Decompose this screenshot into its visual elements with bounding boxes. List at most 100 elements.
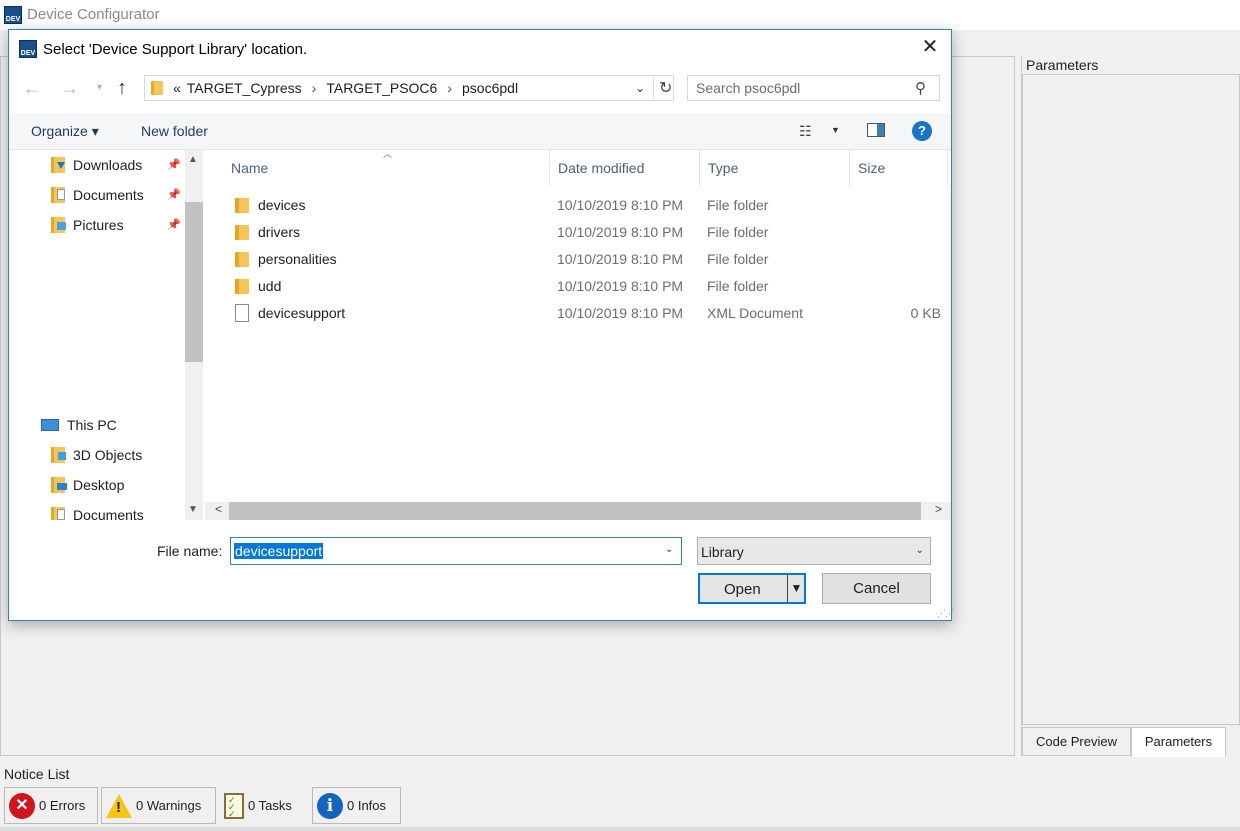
file-type-filter-value: Library [701,544,744,560]
tasks-button[interactable]: ✓ ✓ ✓ 0 Tasks [220,787,308,824]
info-icon: i [317,792,343,819]
warnings-label: 0 Warnings [136,798,202,813]
file-date: 10/10/2019 8:10 PM [557,224,684,240]
file-row[interactable]: udd 10/10/2019 8:10 PM File folder [205,273,951,300]
search-box[interactable]: ⚲ [687,75,940,101]
file-size: 0 KB [910,305,941,321]
breadcrumb-item[interactable]: psoc6pdl [462,80,518,96]
close-icon[interactable]: ✕ [919,36,941,58]
open-button[interactable]: Open ▼ [698,573,806,604]
file-row[interactable]: drivers 10/10/2019 8:10 PM File folder [205,219,951,246]
file-type: File folder [707,251,769,267]
documents-folder-icon [51,507,65,520]
refresh-icon[interactable]: ↻ [653,78,672,98]
file-date: 10/10/2019 8:10 PM [557,251,684,267]
nav-scrollbar-thumb[interactable] [185,202,203,362]
organize-button[interactable]: Organize ▾ [31,123,99,140]
nav-item-label: Documents [73,507,144,520]
up-arrow-icon[interactable]: ↑ [117,77,127,100]
3d-objects-folder-icon [51,447,66,463]
file-name-value[interactable]: devicesupport [234,543,324,559]
address-dropdown-icon[interactable]: ⌄ [635,81,645,95]
nav-item-this-pc[interactable]: This PC [41,412,117,438]
resize-grip-icon[interactable]: ⋰⋰ [937,608,954,619]
column-header: Name Date modified Type Size [205,150,951,186]
file-name-dropdown-icon[interactable]: ⌄ [665,544,673,555]
file-name-label: File name: [157,543,223,559]
pin-icon: 📌 [167,219,181,231]
dialog-app-icon: DEV [19,40,37,58]
navigation-pane: Downloads 📌 Documents 📌 Pictures 📌 This … [9,150,204,520]
file-name-field[interactable]: devicesupport [230,537,682,565]
file-row[interactable]: personalities 10/10/2019 8:10 PM File fo… [205,246,951,273]
file-row[interactable]: devicesupport 10/10/2019 8:10 PM XML Doc… [205,300,951,327]
scroll-left-icon[interactable]: < [215,502,222,516]
parameters-header: Parameters [1026,57,1099,73]
tab-code-preview[interactable]: Code Preview [1022,727,1131,756]
view-options-icon[interactable]: ☷ [799,123,812,140]
tasks-icon: ✓ ✓ ✓ [224,792,244,819]
app-titlebar [0,0,1240,30]
file-name: personalities [258,251,337,267]
breadcrumb-separator[interactable]: › [312,80,317,96]
help-icon[interactable]: ? [912,121,932,141]
open-split-dropdown-icon[interactable]: ▼ [787,575,805,602]
new-folder-button[interactable]: New folder [141,123,208,139]
nav-item-3d-objects[interactable]: 3D Objects [51,442,142,468]
horizontal-scrollbar-thumb[interactable] [229,502,921,520]
address-bar[interactable]: « TARGET_Cypress › TARGET_PSOC6 › psoc6p… [144,75,674,101]
errors-label: 0 Errors [39,798,86,813]
view-dropdown-icon[interactable]: ▼ [831,125,840,135]
tab-parameters[interactable]: Parameters [1131,727,1226,757]
scroll-up-icon[interactable]: ▲ [188,154,198,165]
file-name: devices [258,197,306,213]
breadcrumb-item[interactable]: TARGET_Cypress [187,80,302,96]
computer-icon [41,419,59,431]
file-name: udd [258,278,282,294]
nav-item-downloads[interactable]: Downloads [51,152,142,178]
folder-icon [235,279,249,294]
app-logo-icon: DEV [4,6,22,24]
dialog-title: Select 'Device Support Library' location… [43,41,308,58]
nav-item-label: Pictures [73,217,124,233]
nav-item-pictures[interactable]: Pictures [51,212,124,238]
nav-item-label: This PC [67,417,117,433]
breadcrumb-overflow[interactable]: « [173,80,181,96]
file-type: XML Document [707,305,803,321]
infos-button[interactable]: i 0 Infos [312,787,401,824]
nav-item-documents-pc[interactable]: Documents [51,502,144,520]
cancel-button[interactable]: Cancel [822,573,931,604]
warning-icon: ! [106,793,132,818]
nav-item-documents[interactable]: Documents [51,182,144,208]
open-button-label: Open [724,581,761,598]
tasks-label: 0 Tasks [248,798,292,813]
xml-file-icon [235,304,249,322]
column-size[interactable]: Size [850,150,948,186]
folder-icon [235,225,249,240]
scroll-right-icon[interactable]: > [935,502,942,516]
recent-locations-chevron-icon[interactable]: ▾ [97,82,102,93]
warnings-button[interactable]: ! 0 Warnings [101,787,216,824]
search-input[interactable] [696,80,906,96]
forward-arrow-icon[interactable]: → [61,78,79,99]
file-date: 10/10/2019 8:10 PM [557,278,684,294]
back-arrow-icon[interactable]: ← [23,78,41,99]
infos-label: 0 Infos [347,798,387,813]
preview-pane-icon[interactable] [867,123,885,137]
breadcrumb-item[interactable]: TARGET_PSOC6 [326,80,437,96]
scroll-down-icon[interactable]: ▼ [188,504,198,515]
desktop-folder-icon [51,477,67,493]
breadcrumb-separator[interactable]: › [447,80,452,96]
file-type: File folder [707,224,769,240]
nav-item-desktop[interactable]: Desktop [51,472,124,498]
errors-button[interactable]: ✕ 0 Errors [4,787,98,824]
file-row[interactable]: devices 10/10/2019 8:10 PM File folder [205,192,951,219]
search-icon[interactable]: ⚲ [915,79,926,97]
app-title: Device Configurator [27,6,160,23]
column-type[interactable]: Type [700,150,850,186]
file-type-filter[interactable]: Library ⌄ [697,537,931,565]
folder-icon [235,198,249,213]
nav-item-label: Downloads [73,157,143,173]
column-date-modified[interactable]: Date modified [550,150,700,186]
file-date: 10/10/2019 8:10 PM [557,197,684,213]
